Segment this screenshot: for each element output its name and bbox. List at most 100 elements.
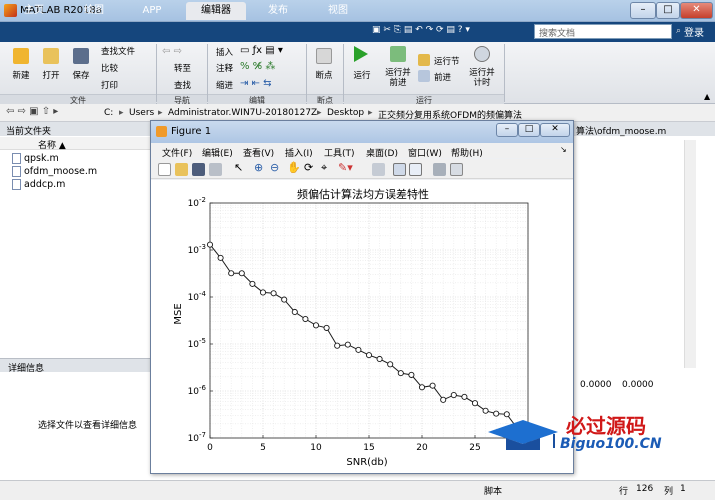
tab-home[interactable]: 主页	[12, 2, 56, 20]
menu-tools[interactable]: 工具(T)	[324, 146, 355, 159]
close-button[interactable]: ✕	[680, 2, 713, 19]
collapse-ribbon-icon[interactable]: ▲	[704, 92, 710, 101]
pan-icon[interactable]: ✋	[287, 161, 301, 174]
data-point	[461, 393, 468, 400]
dock-icon[interactable]: ↘	[560, 145, 567, 154]
comment-button[interactable]: 注释	[216, 62, 233, 74]
goto-button[interactable]: 转至	[174, 62, 191, 74]
tab-view[interactable]: 视图	[316, 2, 360, 20]
tab-apps[interactable]: APP	[130, 2, 174, 20]
indent-button[interactable]: 缩进	[216, 79, 233, 91]
quick-access-toolbar: ▣ ✂ ⎘ ▤ ↶ ↷ ⟳ ▤ ? ▾	[372, 25, 470, 35]
run-section-button[interactable]: 运行节	[434, 55, 460, 67]
chevron-right-icon: ▸	[317, 108, 322, 118]
y-tick-label: 10-7	[188, 431, 206, 444]
print-figure-icon[interactable]	[209, 163, 222, 176]
list-item[interactable]: addcp.m	[24, 179, 65, 190]
compare-button[interactable]: 比较	[101, 62, 118, 74]
show-tools-icon[interactable]	[450, 163, 463, 176]
cmd-value: 0.0000	[622, 380, 654, 390]
column-header[interactable]: 名称 ▲	[0, 137, 150, 151]
comment-tools-icons[interactable]: % %̸ ⁂	[240, 61, 275, 72]
find-button[interactable]: 查找	[174, 79, 191, 91]
brush-icon[interactable]: ✎▾	[338, 161, 353, 174]
data-point	[206, 241, 214, 248]
indent-tools-icons[interactable]: ⇥ ⇤ ⇆	[240, 78, 272, 89]
nav-arrows-icon[interactable]: ⇦ ⇨ ▣ ⇧ ▸	[6, 106, 58, 117]
y-axis-label: MSE	[173, 303, 184, 324]
run-button[interactable]: 运行	[349, 69, 375, 81]
open-file-icon[interactable]	[175, 163, 188, 176]
tab-plots[interactable]: 绘图	[72, 2, 116, 20]
minimize-button[interactable]: –	[630, 2, 656, 19]
status-bar	[0, 480, 715, 500]
edit-section-label: 编辑	[208, 94, 306, 105]
figure-maximize-button[interactable]: □	[518, 123, 540, 137]
colorbar-icon[interactable]	[393, 163, 406, 176]
figure-title: Figure 1	[171, 126, 212, 137]
advance-button[interactable]: 前进	[434, 71, 451, 83]
col-value: 1	[680, 484, 686, 494]
search-input[interactable]: 搜索文档	[534, 24, 672, 39]
insert-button[interactable]: 插入	[216, 46, 233, 58]
breakpoints-button[interactable]: 断点	[309, 69, 339, 81]
rotate-icon[interactable]: ⟳	[304, 161, 313, 174]
pointer-icon[interactable]: ↖	[234, 161, 243, 174]
divider	[504, 44, 505, 102]
menu-view[interactable]: 查看(V)	[243, 146, 274, 159]
path-segment[interactable]: Administrator.WIN7U-20180127Z	[168, 108, 317, 118]
path-segment[interactable]: Users	[129, 108, 154, 118]
tab-editor[interactable]: 编辑器	[186, 2, 246, 20]
figure-close-button[interactable]: ✕	[540, 123, 570, 137]
editor-scrollbar[interactable]	[684, 140, 696, 368]
y-tick-label: 10-4	[188, 290, 207, 303]
y-tick-label: 10-5	[188, 337, 206, 350]
menu-window[interactable]: 窗口(W)	[408, 146, 442, 159]
figure-minimize-button[interactable]: –	[496, 123, 518, 137]
maximize-button[interactable]: □	[656, 2, 680, 19]
login-link[interactable]: 登录	[684, 24, 704, 39]
save-button[interactable]: 保存	[68, 69, 94, 81]
chevron-right-icon: ▸	[119, 108, 124, 118]
data-point	[387, 361, 394, 368]
zoom-out-icon[interactable]: ⊖	[270, 161, 279, 174]
run-advance-button[interactable]: 运行并 前进	[382, 68, 414, 88]
save-icon	[73, 48, 89, 64]
back-forward-icon[interactable]: ⇦ ⇨	[162, 46, 182, 57]
x-tick-label: 25	[469, 443, 480, 453]
edit-tools-icons[interactable]: ▭ ƒx ▤ ▾	[240, 45, 283, 56]
find-files-button[interactable]: 查找文件	[101, 45, 135, 57]
list-item[interactable]: qpsk.m	[24, 153, 59, 164]
data-point	[440, 396, 447, 403]
path-segment[interactable]: Desktop	[327, 108, 364, 118]
path-segment[interactable]: C:	[104, 108, 113, 118]
link-plot-icon[interactable]	[372, 163, 385, 176]
watermark-url: Biguo100.CN	[560, 436, 662, 452]
menu-desktop[interactable]: 桌面(D)	[366, 146, 398, 159]
run-section-label: 运行	[344, 94, 504, 105]
new-figure-icon[interactable]	[158, 163, 171, 176]
zoom-in-icon[interactable]: ⊕	[254, 161, 263, 174]
data-cursor-icon[interactable]: ⌖	[321, 161, 327, 175]
menu-help[interactable]: 帮助(H)	[451, 146, 483, 159]
list-item[interactable]: ofdm_moose.m	[24, 166, 97, 177]
chart-title: 频偏估计算法均方误差特性	[297, 187, 429, 201]
new-button[interactable]: 新建	[8, 69, 34, 81]
open-button[interactable]: 打开	[38, 69, 64, 81]
menu-edit[interactable]: 编辑(E)	[202, 146, 233, 159]
print-button[interactable]: 打印	[101, 79, 118, 91]
tab-publish[interactable]: 发布	[256, 2, 300, 20]
y-tick-label: 10-2	[188, 196, 206, 209]
row-label: 行	[619, 487, 629, 497]
menu-file[interactable]: 文件(F)	[162, 146, 192, 159]
data-point	[228, 270, 235, 277]
editor-tab[interactable]: 算法\ofdm_moose.m	[572, 122, 715, 137]
save-figure-icon[interactable]	[192, 163, 205, 176]
name-column-label[interactable]: 名称 ▲	[38, 138, 66, 151]
run-time-button[interactable]: 运行并 计时	[466, 68, 498, 88]
m-file-icon	[12, 153, 21, 164]
nav-section-label: 导航	[157, 94, 207, 105]
legend-icon[interactable]	[409, 163, 422, 176]
hide-tools-icon[interactable]	[433, 163, 446, 176]
menu-insert[interactable]: 插入(I)	[285, 146, 313, 159]
